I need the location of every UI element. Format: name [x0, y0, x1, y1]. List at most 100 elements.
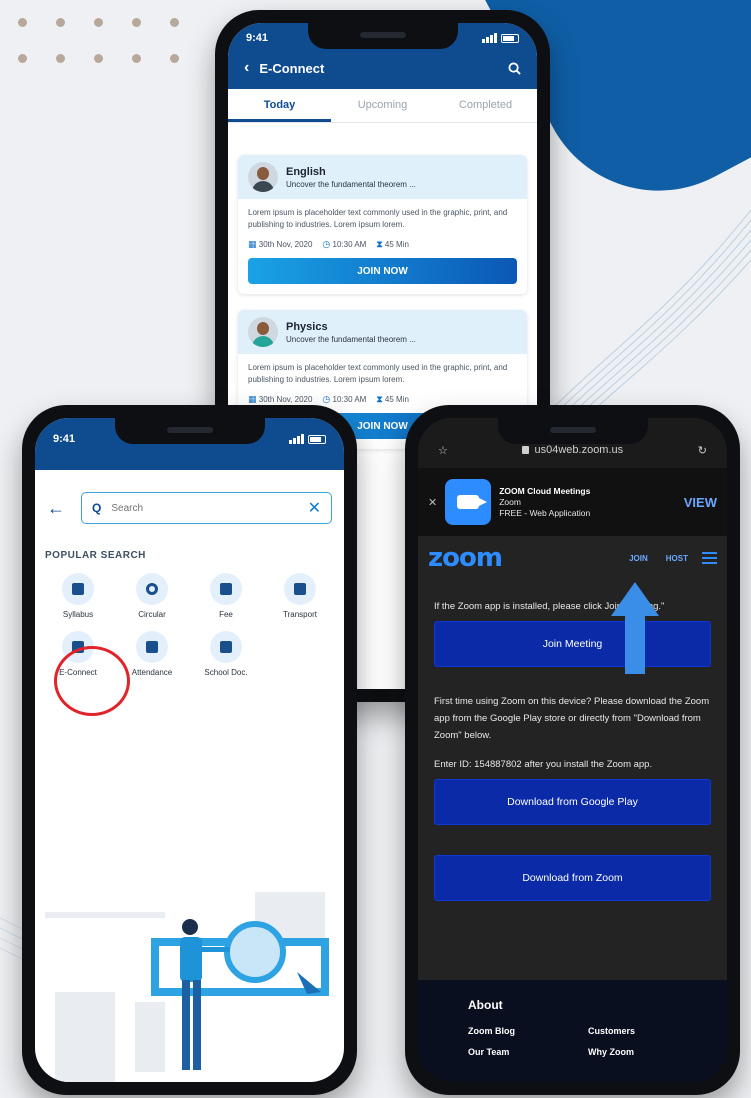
status-time: 9:41 [53, 433, 76, 445]
calendar-icon: ▦ [248, 394, 257, 404]
class-description: Lorem ipsum is placeholder text commonly… [248, 208, 508, 229]
app-name: ZOOM Cloud Meetings [499, 485, 591, 496]
host-link[interactable]: HOST [666, 554, 688, 563]
class-card: English Uncover the fundamental theorem … [238, 155, 527, 294]
url-text: us04web.zoom.us [534, 444, 624, 456]
hourglass-icon: ⧗ [376, 239, 383, 249]
pointer-arrow-icon [611, 582, 659, 674]
zoom-screen: ☆ us04web.zoom.us ↻ ✕ ZOOM Cloud Meeting… [418, 418, 727, 1082]
footer-link[interactable]: Customers [588, 1026, 708, 1036]
fee-icon [210, 573, 242, 605]
phone-zoom: ☆ us04web.zoom.us ↻ ✕ ZOOM Cloud Meeting… [405, 405, 740, 1095]
teacher-avatar [248, 162, 278, 192]
enter-id-text: Enter ID: 154887802 after you install th… [434, 759, 653, 770]
shortcut-label: Syllabus [62, 610, 94, 619]
phone-notch [114, 418, 265, 444]
url-field[interactable]: us04web.zoom.us [522, 444, 623, 456]
star-icon[interactable]: ☆ [438, 444, 448, 457]
class-subtitle: Uncover the fundamental theorem ... [286, 334, 416, 344]
class-duration: 45 Min [384, 395, 409, 404]
class-meta: ▦ 30th Nov, 2020 ◷ 10:30 AM ⧗ 45 Min [238, 239, 527, 258]
syllabus-icon [62, 573, 94, 605]
shortcut-circular[interactable]: Circular [115, 573, 189, 619]
reload-icon[interactable]: ↻ [698, 444, 707, 457]
class-card-header: English Uncover the fundamental theorem … [238, 155, 527, 199]
search-icon: Q [92, 501, 102, 515]
search-input[interactable] [111, 502, 298, 514]
status-time: 9:41 [246, 32, 269, 44]
shortcut-fee[interactable]: Fee [189, 573, 263, 619]
class-card-header: Physics Uncover the fundamental theorem … [238, 310, 527, 354]
install-instruction: If the Zoom app is installed, please cli… [434, 601, 665, 612]
close-icon[interactable]: ✕ [428, 496, 437, 509]
class-time: 10:30 AM [332, 240, 367, 249]
class-date: 30th Nov, 2020 [258, 395, 313, 404]
footer-link[interactable]: Why Zoom [588, 1047, 708, 1057]
tab-completed[interactable]: Completed [434, 89, 537, 122]
shortcut-transport[interactable]: Transport [263, 573, 337, 619]
teacher-avatar [248, 317, 278, 347]
shortcut-label: Transport [283, 610, 317, 619]
class-subtitle: Uncover the fundamental theorem ... [286, 179, 416, 189]
zoom-logo[interactable]: zoom [428, 543, 611, 573]
signal-icon [482, 33, 497, 43]
hamburger-menu-icon[interactable] [702, 552, 717, 564]
attendance-icon [136, 631, 168, 663]
zoom-navbar: zoom JOIN HOST [418, 536, 727, 580]
app-banner-text: ZOOM Cloud Meetings Zoom FREE - Web Appl… [499, 486, 676, 519]
class-duration: 45 Min [384, 240, 409, 249]
popular-search-heading: POPULAR SEARCH [45, 550, 146, 561]
back-chevron-icon[interactable]: ‹ [244, 59, 249, 77]
hourglass-icon: ⧗ [376, 394, 383, 404]
tab-bar: Today Upcoming Completed [228, 89, 537, 123]
search-field[interactable]: Q ✕ [81, 492, 332, 524]
phone-notch [307, 23, 458, 49]
clear-icon[interactable]: ✕ [308, 498, 321, 518]
back-arrow-icon[interactable]: ← [47, 498, 65, 519]
search-icon[interactable] [508, 61, 521, 75]
zoom-footer: About Zoom Blog Customers Our Team Why Z… [418, 980, 727, 1082]
phone-notch [497, 418, 648, 444]
status-icons [289, 434, 326, 444]
shortcut-syllabus[interactable]: Syllabus [41, 573, 115, 619]
clock-icon: ◷ [322, 239, 331, 249]
tab-today[interactable]: Today [228, 89, 331, 122]
tab-upcoming[interactable]: Upcoming [331, 89, 434, 122]
school-doc-icon [210, 631, 242, 663]
search-illustration [45, 892, 329, 1082]
battery-icon [308, 434, 326, 444]
zoom-app-icon [445, 479, 492, 525]
decorative-dot-grid [18, 18, 198, 68]
status-icons [482, 33, 519, 43]
video-camera-icon [457, 495, 488, 509]
join-link[interactable]: JOIN [629, 554, 648, 563]
class-description: Lorem ipsum is placeholder text commonly… [248, 363, 508, 384]
app-price: FREE - Web Application [499, 507, 591, 518]
view-app-button[interactable]: VIEW [684, 495, 717, 510]
first-time-text: First time using Zoom on this device? Pl… [434, 696, 710, 741]
footer-link[interactable]: Our Team [468, 1047, 588, 1057]
transport-icon [284, 573, 316, 605]
search-row: ← Q ✕ [35, 470, 344, 524]
battery-icon [501, 33, 519, 43]
download-google-play-button[interactable]: Download from Google Play [434, 779, 711, 825]
footer-link[interactable]: Zoom Blog [468, 1026, 588, 1036]
join-now-button[interactable]: JOIN NOW [248, 258, 517, 284]
download-from-zoom-button[interactable]: Download from Zoom [434, 855, 711, 901]
join-meeting-button[interactable]: Join Meeting [434, 621, 711, 667]
class-date: 30th Nov, 2020 [258, 240, 313, 249]
app-install-banner: ✕ ZOOM Cloud Meetings Zoom FREE - Web Ap… [418, 468, 727, 536]
class-time: 10:30 AM [332, 395, 367, 404]
circular-icon [136, 573, 168, 605]
shortcut-school-doc[interactable]: School Doc. [189, 631, 263, 677]
lock-icon [522, 446, 530, 454]
econnect-title-bar: ‹ E-Connect [228, 53, 537, 83]
clock-icon: ◷ [322, 394, 331, 404]
class-subject: English [286, 165, 326, 178]
class-subject: Physics [286, 320, 328, 333]
search-screen: 9:41 ← Q ✕ POPULAR SEARCH Syllabus Circu… [35, 418, 344, 1082]
shortcut-label: Fee [219, 610, 233, 619]
signal-icon [289, 434, 304, 444]
phone-search: 9:41 ← Q ✕ POPULAR SEARCH Syllabus Circu… [22, 405, 357, 1095]
footer-links: Zoom Blog Customers Our Team Why Zoom [468, 1026, 727, 1057]
